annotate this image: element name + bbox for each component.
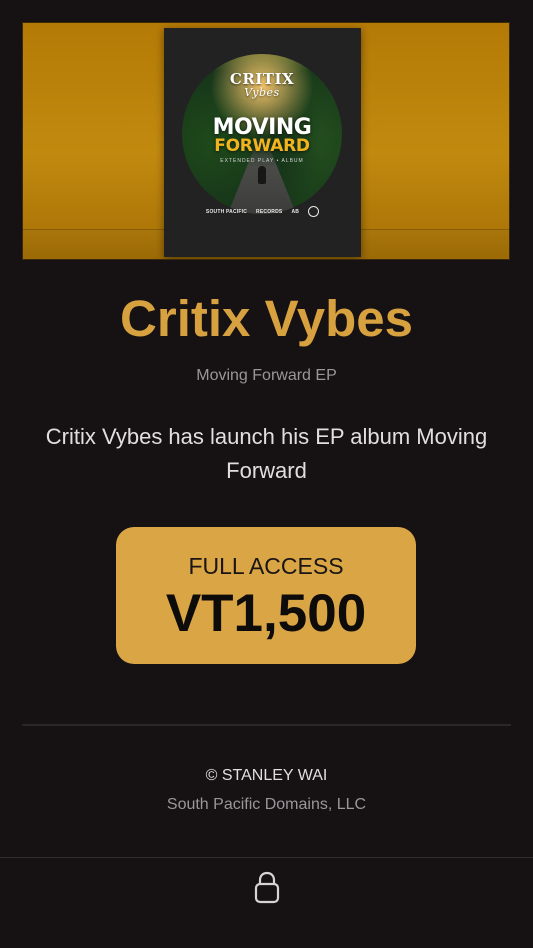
access-label: FULL ACCESS <box>188 553 344 579</box>
release-subtitle: Moving Forward EP <box>196 367 337 384</box>
cover-logo-1: SOUTH PACIFIC <box>205 208 248 215</box>
full-access-button[interactable]: FULL ACCESS VT1,500 <box>116 527 416 664</box>
cover-walker-figure <box>258 166 266 184</box>
cover-brand: CRITIX Vybes <box>182 72 342 100</box>
footer-divider <box>22 724 511 726</box>
bottom-bar <box>0 857 533 948</box>
cover-disc-image: CRITIX Vybes MOVING FORWARD EXTENDED PLA… <box>182 54 342 214</box>
cover-tagline: EXTENDED PLAY • ALBUM <box>220 158 304 164</box>
cover-logo-mark-icon <box>308 206 320 217</box>
cover-title-bottom: FORWARD <box>214 136 310 156</box>
lock-icon[interactable] <box>254 871 280 905</box>
cover-logo-2: RECORDS <box>256 208 283 215</box>
release-description: Critix Vybes has launch his EP album Mov… <box>45 424 488 483</box>
company-name: South Pacific Domains, LLC <box>166 796 367 813</box>
cover-logo-3: AB <box>291 208 300 215</box>
hero-banner: CRITIX Vybes MOVING FORWARD EXTENDED PLA… <box>22 22 510 260</box>
artist-title: Critix Vybes <box>120 290 413 347</box>
copyright-text: © STANLEY WAI <box>205 767 328 784</box>
page: CRITIX Vybes MOVING FORWARD EXTENDED PLA… <box>0 0 533 948</box>
album-cover: CRITIX Vybes MOVING FORWARD EXTENDED PLA… <box>164 28 361 257</box>
cover-brand-sub: Vybes <box>244 86 280 99</box>
cover-logos: SOUTH PACIFIC RECORDS AB <box>164 206 361 217</box>
price-value: VT1,500 <box>165 584 367 643</box>
